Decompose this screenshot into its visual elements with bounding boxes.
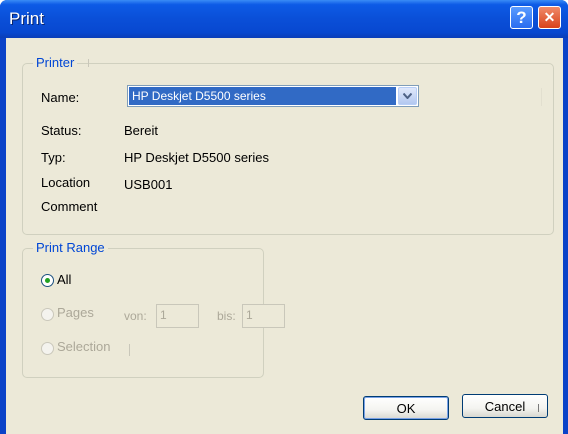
field-edge: [541, 88, 542, 106]
from-label: von:: [124, 309, 147, 323]
to-page-input[interactable]: 1: [242, 304, 285, 328]
printer-legend: Printer: [33, 55, 78, 70]
close-button[interactable]: ✕: [538, 6, 561, 29]
all-radio[interactable]: [41, 274, 54, 287]
legend-divider: [88, 59, 89, 67]
type-value: HP Deskjet D5500 series: [124, 150, 269, 165]
radio-selected-dot: [45, 278, 50, 283]
selection-edge: [129, 344, 130, 356]
chevron-down-icon[interactable]: [398, 87, 417, 105]
close-icon: ✕: [543, 9, 556, 25]
cancel-button[interactable]: Cancel: [462, 394, 548, 418]
printer-name-value: HP Deskjet D5500 series: [129, 87, 396, 105]
print-range-legend: Print Range: [33, 240, 108, 255]
cancel-label: Cancel: [484, 398, 526, 414]
pages-radio[interactable]: [41, 308, 54, 321]
comment-label: Comment: [41, 199, 98, 214]
window-title: Print: [9, 9, 44, 28]
status-value: Bereit: [124, 123, 158, 138]
type-label: Typ:: [41, 150, 66, 165]
status-label: Status:: [41, 123, 82, 138]
all-label[interactable]: All: [57, 272, 71, 287]
dialog-body: Printer Name: HP Deskjet D5500 series St…: [6, 38, 563, 434]
print-dialog: Print ? ✕ Printer Name: HP Deskjet D5500…: [0, 0, 568, 434]
location-label: Location: [41, 175, 91, 190]
question-icon: ?: [516, 7, 527, 27]
selection-label[interactable]: Selection: [57, 339, 110, 354]
pages-label[interactable]: Pages: [57, 305, 94, 320]
name-label: Name:: [41, 90, 80, 105]
help-button[interactable]: ?: [510, 6, 533, 29]
to-label: bis:: [217, 309, 236, 323]
cancel-edge: [538, 404, 539, 412]
location-value: USB001: [124, 177, 173, 192]
title-bar[interactable]: Print ? ✕: [0, 0, 568, 38]
ok-label: OK: [396, 400, 416, 416]
printer-name-select[interactable]: HP Deskjet D5500 series: [127, 85, 419, 107]
from-page-input[interactable]: 1: [156, 304, 199, 328]
ok-button[interactable]: OK: [363, 396, 449, 420]
selection-radio[interactable]: [41, 342, 54, 355]
